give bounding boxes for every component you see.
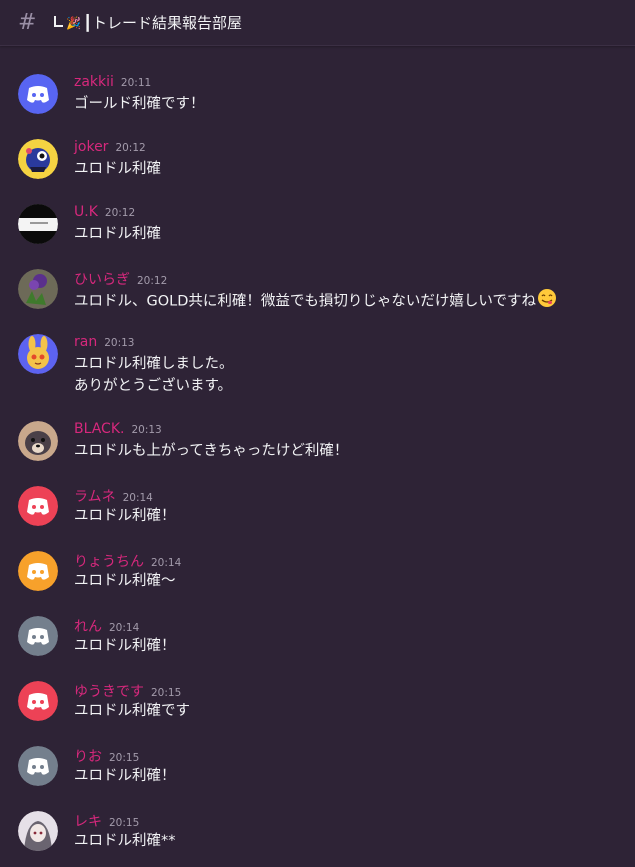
message-content: ユロドル利確 bbox=[74, 226, 161, 242]
username[interactable]: ラムネ bbox=[74, 486, 116, 506]
timestamp: 20:12 bbox=[104, 207, 136, 219]
timestamp: 20:14 bbox=[151, 557, 182, 569]
avatar[interactable] bbox=[18, 204, 58, 244]
username[interactable]: U.K bbox=[74, 204, 98, 220]
timestamp: 20:15 bbox=[109, 752, 140, 764]
timestamp: 20:11 bbox=[120, 77, 152, 89]
avatar[interactable] bbox=[18, 139, 58, 179]
timestamp: 20:13 bbox=[131, 424, 162, 436]
avatar[interactable] bbox=[18, 269, 58, 309]
avatar[interactable] bbox=[18, 616, 58, 656]
timestamp: 20:13 bbox=[104, 337, 135, 349]
message-content: ユロドル利確しました。 ありがとうございます。 bbox=[74, 356, 234, 394]
avatar[interactable] bbox=[18, 811, 58, 851]
username[interactable]: りょうちん bbox=[74, 551, 144, 571]
message-content: ユロドル利確～ bbox=[74, 573, 176, 589]
message-content: ゴールド利確です！ bbox=[74, 96, 205, 112]
username[interactable]: joker bbox=[74, 139, 108, 155]
yum-face-icon bbox=[537, 288, 557, 315]
message-content: ユロドル利確！ bbox=[74, 508, 176, 524]
tree-corner-icon bbox=[54, 16, 63, 27]
avatar[interactable] bbox=[18, 334, 58, 374]
timestamp: 20:14 bbox=[122, 492, 153, 504]
username[interactable]: れん bbox=[74, 616, 102, 636]
username[interactable]: ひいらぎ bbox=[74, 269, 130, 289]
message-content: ユロドル利確！ bbox=[74, 768, 176, 784]
timestamp: 20:15 bbox=[151, 687, 182, 699]
avatar[interactable] bbox=[18, 421, 58, 461]
channel-name: ┃トレード結果報告部屋 bbox=[82, 14, 242, 32]
avatar[interactable] bbox=[18, 551, 58, 591]
channel-hash-icon: # bbox=[18, 9, 37, 35]
message-content: ユロドル利確** bbox=[74, 833, 176, 849]
avatar[interactable] bbox=[18, 486, 58, 526]
timestamp: 20:14 bbox=[109, 622, 140, 634]
timestamp: 20:12 bbox=[115, 142, 146, 154]
username[interactable]: りお bbox=[74, 746, 102, 766]
message-content: ユロドルも上がってきちゃったけど利確！ bbox=[74, 443, 349, 459]
avatar[interactable] bbox=[18, 74, 58, 114]
message-content: ユロドル、GOLD共に利確！微益でも損切りじゃないだけ嬉しいですね bbox=[74, 288, 557, 315]
channel-header: # 🎉 ┃トレード結果報告部屋 bbox=[0, 0, 635, 46]
username[interactable]: zakkii bbox=[74, 74, 114, 90]
username[interactable]: ゆうきです bbox=[74, 681, 144, 701]
avatar[interactable] bbox=[18, 746, 58, 786]
username[interactable]: ran bbox=[74, 334, 97, 350]
avatar[interactable] bbox=[18, 681, 58, 721]
channel-title[interactable]: 🎉 ┃トレード結果報告部屋 bbox=[54, 12, 242, 33]
timestamp: 20:15 bbox=[109, 817, 140, 829]
message-content: ユロドル利確です bbox=[74, 703, 190, 719]
username[interactable]: BLACK. bbox=[74, 421, 124, 437]
username[interactable]: レキ bbox=[74, 811, 102, 831]
timestamp: 20:12 bbox=[137, 275, 168, 287]
message-content: ユロドル利確！ bbox=[74, 638, 176, 654]
party-popper-icon: 🎉 bbox=[66, 15, 81, 30]
message-content: ユロドル利確 bbox=[74, 161, 161, 177]
